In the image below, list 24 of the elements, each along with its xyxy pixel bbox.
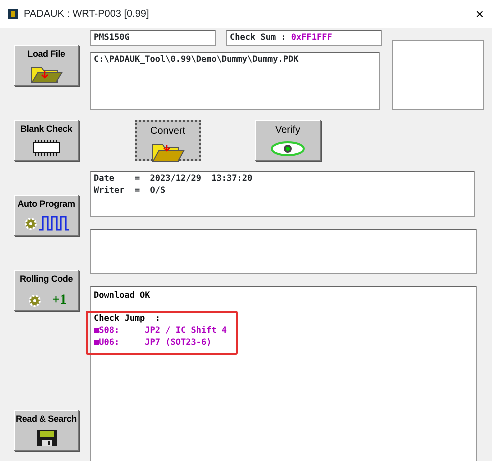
action-button[interactable]: Convert: [135, 120, 201, 161]
side-button[interactable]: Auto Program: [14, 195, 79, 236]
eye-icon: [271, 141, 305, 157]
file-path-box[interactable]: C:\PADAUK_Tool\0.99\Demo\Dummy\Dummy.PDK: [90, 52, 380, 110]
ic-name-field[interactable]: PMS150G: [90, 30, 216, 46]
side-button[interactable]: Blank Check: [14, 120, 79, 161]
side-button[interactable]: Read & Search: [14, 410, 79, 451]
log-line: Check Jump :: [94, 313, 162, 325]
app-icon: [8, 9, 18, 19]
close-button[interactable]: ×: [476, 7, 484, 21]
window-title: PADAUK : WRT-P003 [0.99]: [24, 8, 150, 22]
gear-pulse-icon: [22, 214, 70, 230]
log-line: ■U06: JP7 (SOT23-6): [94, 337, 213, 349]
log-line: Download OK: [94, 290, 152, 303]
folder-icon: [30, 64, 64, 84]
log-line: ■S08: JP2 / IC Shift 4: [94, 325, 228, 337]
increment-label: +1: [52, 292, 67, 310]
info-box: Date = 2023/12/29 13:37:20 Writer = O/S: [90, 171, 475, 217]
checksum-field: Check Sum : 0xFF1FFF: [226, 30, 382, 46]
side-button[interactable]: Load File: [14, 45, 79, 86]
action-button[interactable]: Verify: [255, 120, 321, 161]
folder-icon: [151, 142, 185, 164]
side-button[interactable]: Rolling Code +1: [14, 270, 79, 311]
chip-icon: [32, 140, 60, 156]
